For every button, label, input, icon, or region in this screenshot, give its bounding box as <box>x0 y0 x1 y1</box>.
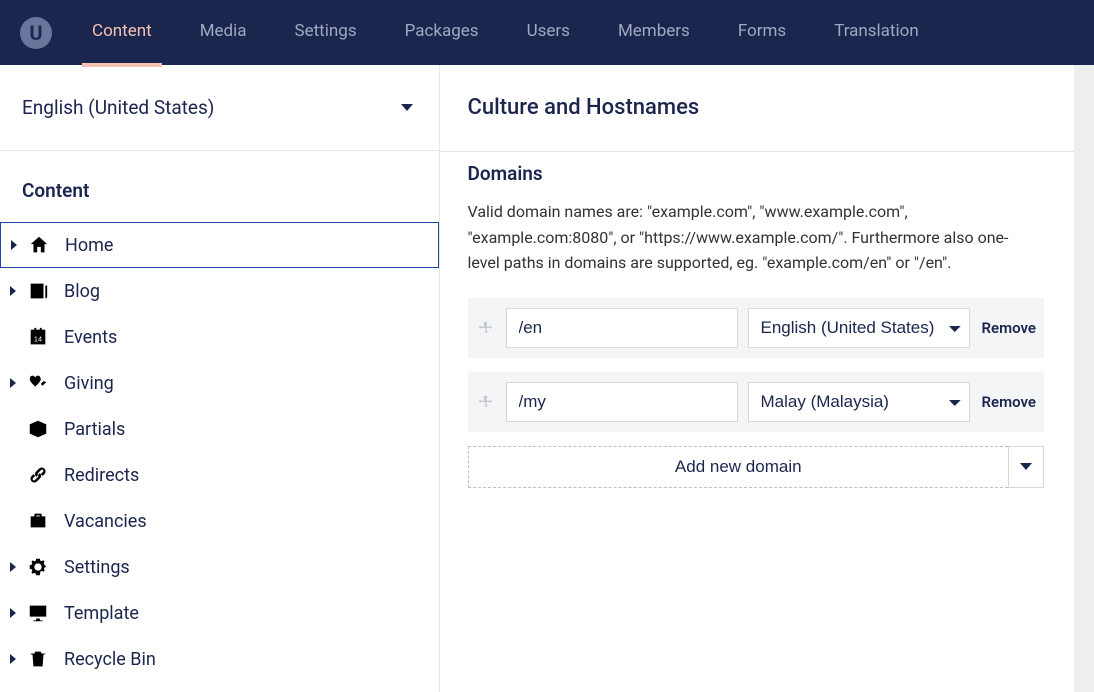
tree-item-label: Partials <box>64 419 125 440</box>
topnav-item-media[interactable]: Media <box>200 21 247 45</box>
tree-item-recycle-bin[interactable]: Recycle Bin <box>0 636 439 682</box>
tree-item-settings[interactable]: Settings <box>0 544 439 590</box>
tree-item-template[interactable]: Template <box>0 590 439 636</box>
language-selector[interactable]: English (United States) <box>0 65 439 151</box>
content-tree: Home Blog Events Giving Partials Redirects Vac… <box>0 222 439 682</box>
help-text: Valid domain names are: "example.com", "… <box>468 199 1028 276</box>
tree-item-blog[interactable]: Blog <box>0 268 439 314</box>
tree-item-label: Events <box>64 327 117 348</box>
tree-item-label: Home <box>65 235 113 256</box>
topnav-item-members[interactable]: Members <box>618 21 690 45</box>
home-icon <box>27 233 51 257</box>
tree-item-redirects[interactable]: Redirects <box>0 452 439 498</box>
app-logo[interactable]: U <box>20 17 52 49</box>
tree-item-label: Redirects <box>64 465 139 486</box>
drag-handle-icon[interactable] <box>476 394 496 410</box>
topnav-item-packages[interactable]: Packages <box>405 21 479 45</box>
domain-path-input[interactable] <box>506 308 738 348</box>
chevron-down-icon <box>1020 463 1032 470</box>
page-title: Culture and Hostnames <box>468 95 1045 120</box>
domain-row: English (United States)Malay (Malaysia) R… <box>468 298 1045 358</box>
hands-icon <box>26 371 50 395</box>
topnav-item-content[interactable]: Content <box>92 21 152 45</box>
monitor-icon <box>26 601 50 625</box>
add-domain-button[interactable]: Add new domain <box>468 446 1009 488</box>
tree-item-label: Vacancies <box>64 511 147 532</box>
topnav-item-users[interactable]: Users <box>527 21 570 45</box>
tree-item-home[interactable]: Home <box>0 222 439 268</box>
topnav-item-settings[interactable]: Settings <box>295 21 357 45</box>
tree-item-label: Settings <box>64 557 130 578</box>
domain-language-select[interactable]: English (United States)Malay (Malaysia) <box>748 308 970 348</box>
tree-item-events[interactable]: Events <box>0 314 439 360</box>
domain-list: English (United States)Malay (Malaysia) R… <box>468 298 1045 432</box>
add-domain-dropdown[interactable] <box>1008 446 1044 488</box>
tree-item-label: Blog <box>64 281 100 302</box>
expand-caret-icon[interactable] <box>4 654 22 664</box>
domain-language-select[interactable]: English (United States)Malay (Malaysia) <box>748 382 970 422</box>
tree-item-label: Template <box>64 603 139 624</box>
expand-caret-icon[interactable] <box>4 286 22 296</box>
drag-handle-icon[interactable] <box>476 320 496 336</box>
remove-domain-button[interactable]: Remove <box>982 393 1037 411</box>
tree-heading: Content <box>0 151 439 222</box>
topnav-item-forms[interactable]: Forms <box>738 21 786 45</box>
tree-item-giving[interactable]: Giving <box>0 360 439 406</box>
calendar-icon <box>26 325 50 349</box>
domain-path-input[interactable] <box>506 382 738 422</box>
tree-item-label: Giving <box>64 373 114 394</box>
tree-item-vacancies[interactable]: Vacancies <box>0 498 439 544</box>
section-title: Domains <box>468 162 1045 185</box>
sidebar: English (United States) Content Home Blog… <box>0 65 440 692</box>
top-navigation: Content Media Settings Packages Users Members… <box>92 21 919 45</box>
expand-caret-icon[interactable] <box>5 240 23 250</box>
expand-caret-icon[interactable] <box>4 608 22 618</box>
expand-caret-icon[interactable] <box>4 378 22 388</box>
topnav-item-translation[interactable]: Translation <box>834 21 919 45</box>
remove-domain-button[interactable]: Remove <box>982 319 1037 337</box>
link-icon <box>26 463 50 487</box>
topbar: U Content Media Settings Packages Users Membe… <box>0 0 1094 65</box>
main-panel: Culture and Hostnames Domains Valid doma… <box>440 65 1094 692</box>
tree-item-partials[interactable]: Partials <box>0 406 439 452</box>
chevron-down-icon <box>401 104 413 111</box>
tree-item-label: Recycle Bin <box>64 649 156 670</box>
gear-icon <box>26 555 50 579</box>
domain-row: English (United States)Malay (Malaysia) R… <box>468 372 1045 432</box>
briefcase-icon <box>26 509 50 533</box>
divider <box>440 151 1075 152</box>
newspaper-icon <box>26 279 50 303</box>
box-icon <box>26 417 50 441</box>
language-selector-label: English (United States) <box>22 96 214 119</box>
trash-icon <box>26 647 50 671</box>
expand-caret-icon[interactable] <box>4 562 22 572</box>
